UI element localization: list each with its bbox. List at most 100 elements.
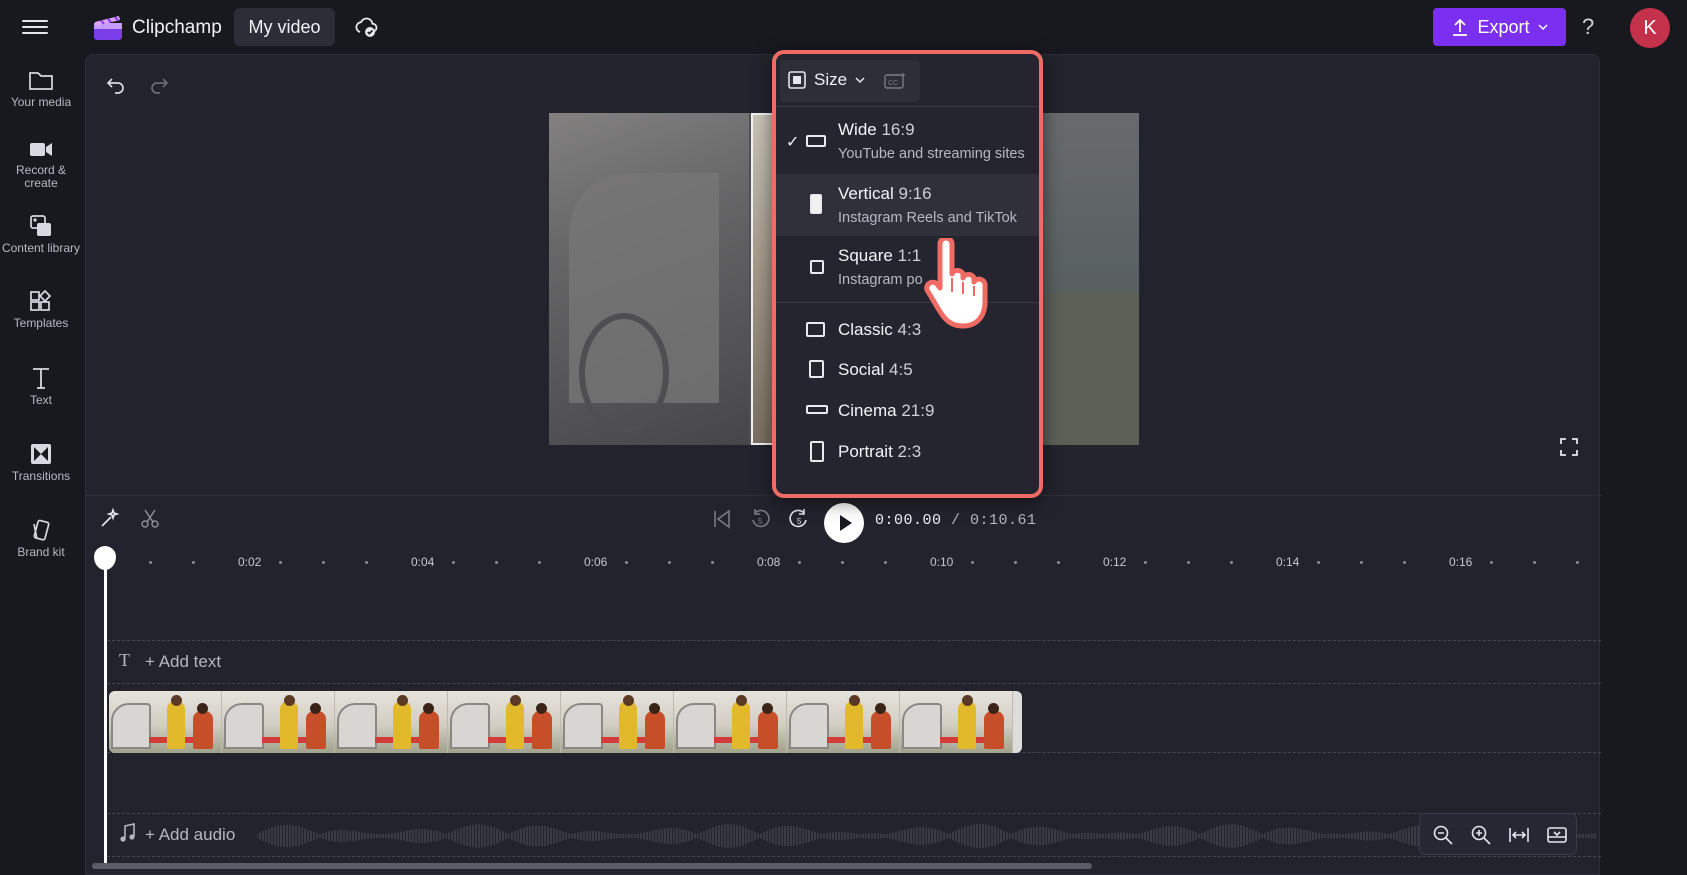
ruler-tick-dot	[1489, 561, 1493, 564]
add-audio-label[interactable]: + Add audio	[145, 825, 235, 845]
clip-thumbnail	[222, 691, 335, 753]
thumbnail-shape	[871, 711, 891, 749]
thumbnail-shape	[280, 701, 298, 749]
thumbnail-shape	[789, 703, 829, 749]
help-icon[interactable]: ?	[1582, 14, 1594, 40]
clip-thumbnail	[900, 691, 1013, 753]
sidebar-item-brand-kit[interactable]: Brand kit	[0, 518, 82, 559]
ruler-tick-dot	[1360, 561, 1363, 564]
sidebar-item-templates[interactable]: Templates	[0, 289, 82, 330]
sidebar-item-transitions[interactable]: Transitions	[0, 442, 82, 483]
thumbnail-shape	[393, 701, 411, 749]
hamburger-menu-icon[interactable]	[22, 16, 48, 38]
size-option-wide[interactable]: ✓ Wide 16:9 YouTube and streaming sites	[776, 108, 1039, 174]
sidebar-item-label: Transitions	[11, 469, 71, 483]
thumbnail-shape	[111, 703, 151, 749]
fit-to-screen-icon[interactable]	[1508, 824, 1530, 846]
redo-icon[interactable]	[147, 73, 171, 97]
ruler-tick-label: 0:04	[411, 555, 435, 569]
thumbnail-shape	[167, 701, 185, 749]
thumbnail-shape	[310, 703, 321, 714]
captions-icon[interactable]: CC	[884, 72, 906, 90]
ruler-tick-label: 0:10	[930, 555, 954, 569]
svg-text:CC: CC	[888, 80, 898, 87]
size-option-vertical[interactable]: Vertical 9:16 Instagram Reels and TikTok	[776, 174, 1039, 236]
rewind-5-icon[interactable]: 5	[749, 508, 771, 530]
skip-to-start-icon[interactable]	[711, 508, 733, 530]
upload-icon	[1453, 18, 1468, 36]
timeline-zoom-controls	[1419, 813, 1577, 855]
content-library-icon	[30, 215, 51, 236]
text-track[interactable]: T + Add text	[107, 640, 1601, 684]
timeline-ruler[interactable]: 0:02 0:04 0:06 0:08 0:10 0:12 0:14 0:16	[86, 543, 1601, 577]
thumbnail-shape	[988, 703, 999, 714]
zoom-in-icon[interactable]	[1470, 824, 1492, 846]
thumbnail-shape	[732, 701, 750, 749]
export-label: Export	[1477, 16, 1530, 37]
play-button[interactable]	[824, 503, 864, 543]
sidebar-item-your-media[interactable]: Your media	[0, 68, 82, 109]
thumbnail-shape	[623, 695, 634, 706]
add-text-label[interactable]: + Add text	[145, 652, 221, 672]
portrait-ratio-icon	[810, 441, 824, 462]
ruler-tick-dot	[1143, 561, 1147, 564]
thumbnail-shape	[171, 695, 182, 706]
undo-icon[interactable]	[104, 73, 128, 97]
sidebar-item-label: Text	[29, 393, 52, 407]
sidebar-item-text[interactable]: Text	[0, 366, 82, 407]
avatar[interactable]: K	[1630, 8, 1670, 48]
size-option-portrait[interactable]: Portrait 2:3	[776, 432, 1039, 472]
clip-thumbnail	[109, 691, 222, 753]
thumbnail-shape	[962, 695, 973, 706]
sidebar-item-label: Templates	[13, 316, 69, 330]
size-option-cinema[interactable]: Cinema 21:9	[776, 391, 1039, 429]
aspect-ratio-icon	[788, 71, 806, 89]
size-option-social[interactable]: Social 4:5	[776, 350, 1039, 388]
divider	[776, 106, 1039, 107]
export-button[interactable]: Export	[1433, 8, 1566, 46]
forward-5-icon[interactable]: 5	[788, 508, 810, 530]
size-option-square[interactable]: Square 1:1 Instagram po	[776, 236, 1039, 298]
size-option-label: Wide 16:9	[838, 120, 915, 139]
audio-track[interactable]: + Add audio	[107, 813, 1601, 857]
ruler-tick-dot	[624, 561, 628, 564]
ruler-tick-dot	[1316, 561, 1320, 564]
cinema-ratio-icon	[806, 405, 828, 414]
thumbnail-shape	[845, 701, 863, 749]
horizontal-scrollbar[interactable]	[92, 863, 1092, 869]
magic-wand-icon[interactable]	[99, 507, 121, 529]
thumbnail-shape	[875, 703, 886, 714]
thumbnail-shape	[337, 703, 377, 749]
thumbnail-shape	[306, 711, 326, 749]
sidebar-item-label: Your media	[10, 95, 72, 109]
sidebar-item-content-library[interactable]: Content library	[0, 214, 82, 255]
sidebar: Your media Record & create Content libra…	[0, 54, 82, 875]
thumbnail-shape	[532, 711, 552, 749]
fullscreen-icon[interactable]	[1559, 437, 1579, 457]
size-button-label: Size	[814, 70, 848, 89]
timeline-view-icon[interactable]	[1546, 824, 1568, 846]
ruler-tick-dot	[1187, 561, 1190, 564]
thumbnail-shape	[224, 703, 264, 749]
thumbnail-shape	[284, 695, 295, 706]
svg-text:5: 5	[758, 517, 763, 526]
video-clip[interactable]	[109, 691, 1022, 753]
size-option-classic[interactable]: Classic 4:3	[776, 310, 1039, 348]
ruler-tick-dot	[365, 561, 369, 564]
current-time: 0:00.00	[875, 512, 942, 529]
thumbnail-shape	[450, 703, 490, 749]
clip-thumbnail	[561, 691, 674, 753]
size-button[interactable]: Size	[788, 70, 865, 90]
zoom-out-icon[interactable]	[1432, 824, 1454, 846]
chevron-down-icon	[1537, 24, 1548, 31]
waveform-path	[257, 824, 1596, 848]
sidebar-item-record-create[interactable]: Record & create	[0, 138, 82, 190]
cloud-sync-icon[interactable]	[353, 14, 379, 40]
ruler-tick-label: 0:06	[584, 555, 608, 569]
thumbnail-shape	[902, 703, 942, 749]
project-title-button[interactable]: My video	[234, 8, 335, 46]
size-option-label: Square 1:1	[838, 246, 922, 265]
scissors-icon[interactable]	[139, 507, 161, 529]
ruler-tick-label: 0:14	[1276, 555, 1300, 569]
sidebar-item-label: Record & create	[15, 163, 67, 190]
